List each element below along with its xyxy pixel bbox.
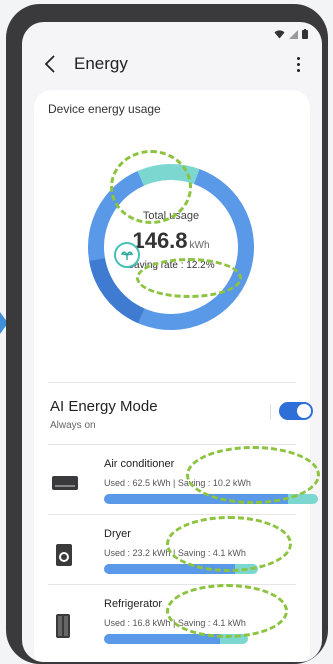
refrigerator-icon xyxy=(56,614,70,638)
total-usage-value: 146.8 kWh xyxy=(132,228,210,253)
highlight-oval xyxy=(166,584,288,638)
screen: Energy Device energy usage Total usage 1… xyxy=(22,22,322,662)
ai-energy-mode-subtitle: Always on xyxy=(50,420,96,431)
toggle-separator xyxy=(270,404,271,420)
signal-icon xyxy=(289,29,298,39)
back-button[interactable] xyxy=(32,46,68,82)
chevron-left-icon xyxy=(45,55,55,73)
wifi-icon xyxy=(274,29,285,38)
highlight-oval xyxy=(166,516,292,572)
device-name: Air conditioner xyxy=(104,458,175,470)
device-name: Dryer xyxy=(104,528,131,540)
phone-frame: Energy Device energy usage Total usage 1… xyxy=(6,4,328,664)
device-name: Refrigerator xyxy=(104,598,163,610)
energy-card: Device energy usage Total usage 146.8 kWh… xyxy=(34,90,320,662)
divider xyxy=(48,514,296,515)
highlight-oval xyxy=(186,446,320,504)
divider xyxy=(48,584,296,585)
leaf-icon xyxy=(114,242,140,268)
total-usage-unit: kWh xyxy=(189,240,210,251)
divider xyxy=(48,444,296,445)
device-used: Used : 62.5 kWh xyxy=(104,478,171,488)
more-options-button[interactable] xyxy=(284,50,312,78)
air-conditioner-icon xyxy=(52,476,78,490)
app-bar: Energy xyxy=(22,44,322,84)
ai-energy-mode-toggle[interactable] xyxy=(279,402,313,420)
divider xyxy=(48,382,296,383)
device-used: Used : 23.2 kWh xyxy=(104,548,171,558)
battery-icon xyxy=(302,29,308,39)
dryer-icon xyxy=(56,544,72,566)
status-bar xyxy=(274,28,308,40)
ai-energy-mode-title: AI Energy Mode xyxy=(50,398,158,415)
device-energy-usage-label: Device energy usage xyxy=(48,102,161,116)
highlight-oval xyxy=(136,258,242,298)
page-title: Energy xyxy=(74,54,128,73)
highlight-circle xyxy=(110,150,192,224)
device-used: Used : 16.8 kWh xyxy=(104,618,171,628)
